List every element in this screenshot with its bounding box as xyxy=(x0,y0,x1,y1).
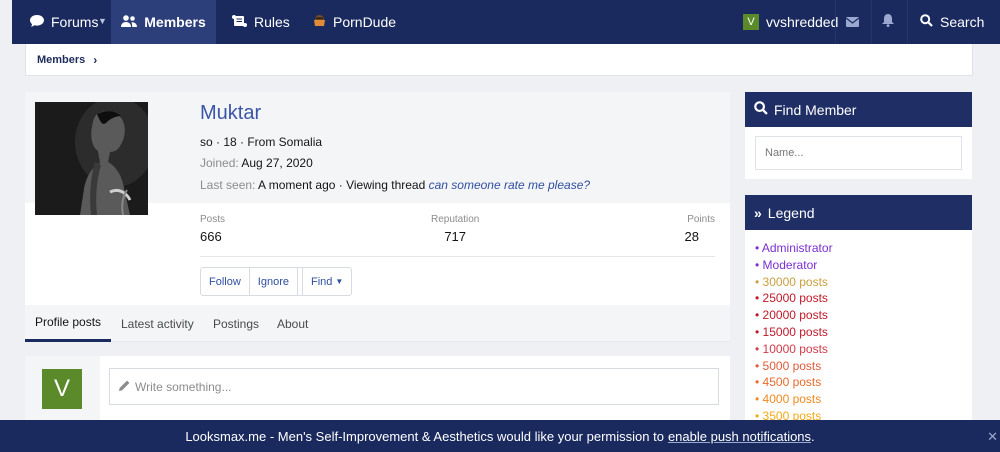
search-icon xyxy=(920,14,933,30)
porndude-icon xyxy=(313,14,326,30)
member-profile-card: Muktar so · 18 · From Somalia Joined: Au… xyxy=(25,92,730,342)
legend-title: Legend xyxy=(767,204,815,221)
legend-body: • Administrator • Moderator • 30000 post… xyxy=(745,230,972,423)
last-seen-thread-link[interactable]: can someone rate me please? xyxy=(429,178,590,192)
close-icon[interactable]: ✕ xyxy=(987,429,998,445)
legend-item: • 30000 posts xyxy=(755,274,828,289)
member-joined: Joined: Aug 27, 2020 xyxy=(200,156,313,170)
stat-label: Reputation xyxy=(431,214,480,225)
legend-item: • 10000 posts xyxy=(755,341,828,356)
breadcrumb: Members › xyxy=(25,44,973,76)
stat-posts: Posts 666 xyxy=(200,214,225,244)
nav-rules-label: Rules xyxy=(254,14,290,30)
legend-header: » Legend xyxy=(745,195,972,230)
top-navbar: Forums ▼ Members Rules PornDude V vvshre… xyxy=(12,0,1000,44)
stat-points: Points 28 xyxy=(685,214,715,244)
user-avatar[interactable]: V xyxy=(42,369,82,409)
nav-alerts[interactable] xyxy=(882,0,894,44)
member-name-input[interactable] xyxy=(755,136,962,170)
stat-value[interactable]: 666 xyxy=(200,229,225,244)
last-seen-label: Last seen: xyxy=(200,178,256,192)
stat-reputation: Reputation 717 xyxy=(431,214,479,244)
tab-profile-posts[interactable]: Profile posts xyxy=(25,305,112,342)
nav-forums-label: Forums xyxy=(51,14,99,30)
nav-members[interactable]: Members xyxy=(111,0,216,44)
member-blurb: so · 18 · From Somalia xyxy=(200,135,323,149)
banner-end: . xyxy=(811,428,815,444)
find-button[interactable]: Find ▼ xyxy=(302,268,351,295)
divider xyxy=(200,256,715,257)
legend-item: • 20000 posts xyxy=(755,308,828,323)
nav-inbox[interactable] xyxy=(845,0,860,44)
caret-down-icon: ▼ xyxy=(335,277,344,286)
find-member-title: Find Member xyxy=(774,101,857,118)
stat-label: Points xyxy=(687,214,715,225)
joined-value: Aug 27, 2020 xyxy=(241,156,313,170)
legend-item: • 15000 posts xyxy=(755,324,828,339)
legend-item: • Moderator xyxy=(755,257,818,272)
nav-divider xyxy=(871,0,872,44)
nav-forums[interactable]: Forums xyxy=(30,0,98,44)
double-chevron-right-icon: » xyxy=(754,204,762,221)
nav-user-account[interactable]: V vvshredded xyxy=(743,0,838,44)
nav-members-label: Members xyxy=(144,14,206,30)
follow-button[interactable]: Follow xyxy=(201,268,250,295)
legend-item: • Administrator xyxy=(755,241,833,255)
nav-username: vvshredded xyxy=(766,14,839,30)
breadcrumb-members[interactable]: Members xyxy=(37,54,85,66)
chevron-down-icon[interactable]: ▼ xyxy=(98,16,107,26)
member-actions: Follow Ignore Find ▼ xyxy=(200,267,353,296)
banner-text: Looksmax.me - Men's Self-Improvement & A… xyxy=(185,428,664,444)
profile-post-composer: V Write something... xyxy=(25,356,730,426)
nav-divider xyxy=(907,0,908,44)
last-seen-value: A moment ago · Viewing thread xyxy=(258,178,426,192)
nav-porndude[interactable]: PornDude xyxy=(313,0,396,44)
tab-postings[interactable]: Postings xyxy=(213,305,259,342)
users-icon xyxy=(121,14,138,30)
user-avatar: V xyxy=(743,14,759,30)
legend-item: • 5000 posts xyxy=(755,358,822,373)
tab-about[interactable]: About xyxy=(277,305,308,342)
envelope-icon xyxy=(845,14,860,30)
push-notification-banner: Looksmax.me - Men's Self-Improvement & A… xyxy=(0,420,1000,452)
scroll-icon xyxy=(232,14,247,30)
legend-list: • Administrator • Moderator • 30000 post… xyxy=(745,230,972,425)
joined-label: Joined: xyxy=(200,156,239,170)
search-icon xyxy=(754,101,768,118)
member-avatar-photo[interactable] xyxy=(35,102,148,215)
legend-item: • 25000 posts xyxy=(755,291,828,306)
member-last-seen: Last seen: A moment ago · Viewing thread… xyxy=(200,178,590,192)
pencil-icon xyxy=(119,380,130,394)
legend-item: • 4000 posts xyxy=(755,392,822,407)
profile-tabs: Profile posts Latest activity Postings A… xyxy=(25,305,730,342)
tab-latest-activity[interactable]: Latest activity xyxy=(121,305,194,342)
stat-label: Posts xyxy=(200,214,226,225)
nav-rules[interactable]: Rules xyxy=(232,0,290,44)
enable-push-notifications-link[interactable]: enable push notifications xyxy=(668,429,811,444)
member-name[interactable]: Muktar xyxy=(200,102,261,125)
bell-icon xyxy=(882,14,894,30)
comments-icon xyxy=(30,14,44,30)
stat-value[interactable]: 28 xyxy=(685,229,715,244)
write-placeholder: Write something... xyxy=(135,379,232,394)
write-something-input[interactable]: Write something... xyxy=(109,368,719,405)
chevron-right-icon: › xyxy=(93,52,98,67)
composer-avatar-column: V xyxy=(25,356,100,426)
nav-search[interactable]: Search xyxy=(920,0,984,44)
stat-value: 717 xyxy=(444,229,467,244)
nav-porndude-label: PornDude xyxy=(333,14,397,30)
ignore-button[interactable]: Ignore xyxy=(250,268,298,295)
find-member-header: Find Member xyxy=(745,92,972,127)
member-stats: Posts 666 Reputation 717 Points 28 xyxy=(200,214,715,256)
find-member-body xyxy=(745,127,972,179)
legend-item: • 4500 posts xyxy=(755,375,822,390)
find-label: Find xyxy=(311,275,333,288)
nav-divider xyxy=(835,0,836,44)
nav-search-label: Search xyxy=(940,14,985,30)
